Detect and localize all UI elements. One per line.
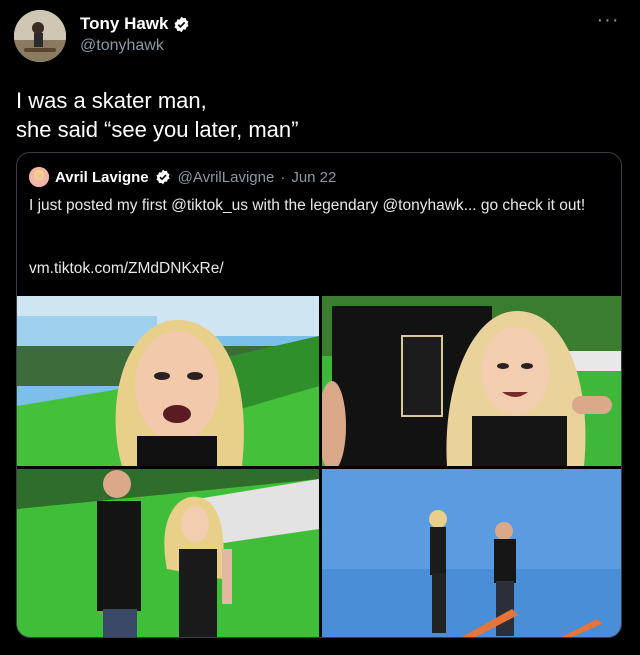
tweet-text-line: she said “see you later, man” [16,117,299,142]
quoted-author-handle[interactable]: @AvrilLavigne [178,169,275,186]
author-name[interactable]: Tony Hawk [80,14,168,34]
tweet-text-line: I was a skater man, [16,88,207,113]
quoted-header: Avril Lavigne @AvrilLavigne · Jun 22 [29,167,336,187]
author-name-row: Tony Hawk [80,14,190,34]
verified-badge-icon [173,16,190,33]
quoted-date[interactable]: Jun 22 [291,169,336,186]
photo-sky-skateboards[interactable] [322,469,621,637]
tweet-text: I was a skater man, she said “see you la… [16,86,616,144]
author-handle[interactable]: @tonyhawk [80,37,164,55]
avatar-image [14,10,66,62]
verified-badge-icon [155,169,172,186]
photo-duo-closeup[interactable] [322,296,621,466]
more-horizontal-icon[interactable]: ··· [592,10,624,36]
tweet-card: Tony Hawk @tonyhawk ··· I was a skater m… [0,0,640,655]
media-grid [17,296,621,637]
quoted-tweet[interactable]: Avril Lavigne @AvrilLavigne · Jun 22 I j… [16,152,622,638]
quoted-text: I just posted my first @tiktok_us with t… [29,197,586,214]
quoted-link[interactable]: vm.tiktok.com/ZMdDNKxRe/ [29,260,224,278]
photo-selfie-green-ramp[interactable] [17,296,319,466]
photo-duo-ramp[interactable] [17,469,319,637]
author-avatar[interactable] [14,10,66,62]
quoted-avatar[interactable] [29,167,49,187]
quoted-author-name[interactable]: Avril Lavigne [55,169,149,186]
dot-separator: · [280,168,286,186]
